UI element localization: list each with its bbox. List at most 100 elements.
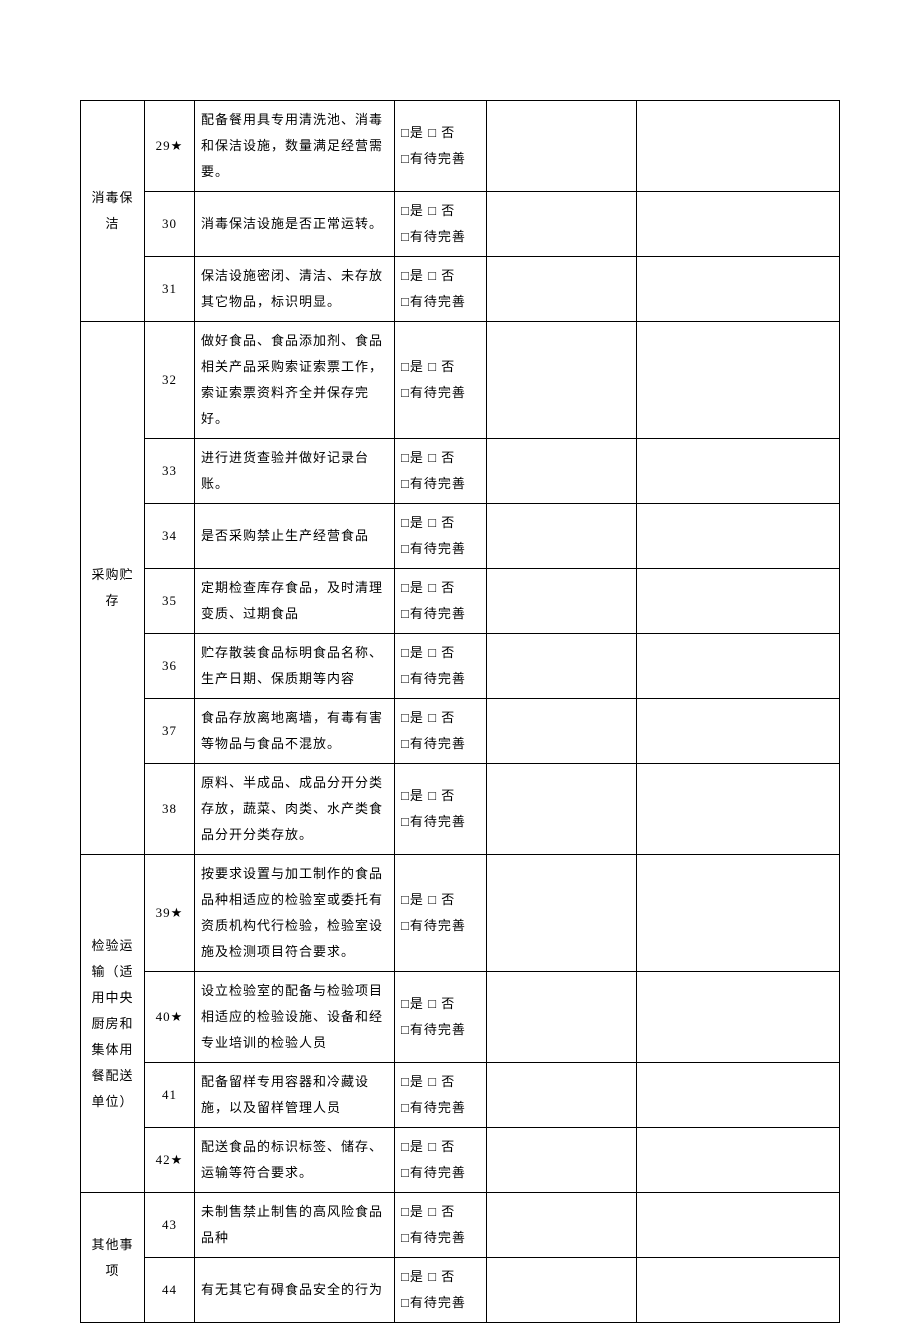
blank-cell [487, 569, 637, 634]
blank-cell [637, 1063, 840, 1128]
blank-cell [637, 764, 840, 855]
blank-cell [487, 972, 637, 1063]
blank-cell [637, 322, 840, 439]
row-number: 29★ [145, 101, 195, 192]
row-options[interactable]: □是 □ 否□有待完善 [395, 322, 487, 439]
blank-cell [637, 101, 840, 192]
blank-cell [487, 1258, 637, 1323]
row-options[interactable]: □是 □ 否□有待完善 [395, 1258, 487, 1323]
inspection-table: 消毒保洁 29★ 配备餐用具专用清洗池、消毒和保洁设施，数量满足经营需要。 □是… [80, 100, 840, 1323]
row-options[interactable]: □是 □ 否□有待完善 [395, 504, 487, 569]
table-row: 检验运输（适用中央厨房和集体用餐配送单位） 39★ 按要求设置与加工制作的食品品… [81, 855, 840, 972]
row-desc: 保洁设施密闭、清洁、未存放其它物品，标识明显。 [195, 257, 395, 322]
row-desc: 原料、半成品、成品分开分类存放，蔬菜、肉类、水产类食品分开分类存放。 [195, 764, 395, 855]
category-cell: 采购贮存 [81, 322, 145, 855]
blank-cell [487, 322, 637, 439]
blank-cell [487, 699, 637, 764]
table-row: 42★ 配送食品的标识标签、储存、运输等符合要求。 □是 □ 否□有待完善 [81, 1128, 840, 1193]
row-options[interactable]: □是 □ 否□有待完善 [395, 972, 487, 1063]
row-number: 36 [145, 634, 195, 699]
row-options[interactable]: □是 □ 否□有待完善 [395, 699, 487, 764]
table-row: 消毒保洁 29★ 配备餐用具专用清洗池、消毒和保洁设施，数量满足经营需要。 □是… [81, 101, 840, 192]
blank-cell [637, 699, 840, 764]
row-number: 42★ [145, 1128, 195, 1193]
blank-cell [487, 439, 637, 504]
category-cell: 消毒保洁 [81, 101, 145, 322]
row-number: 44 [145, 1258, 195, 1323]
category-cell: 检验运输（适用中央厨房和集体用餐配送单位） [81, 855, 145, 1193]
row-number: 40★ [145, 972, 195, 1063]
blank-cell [487, 634, 637, 699]
row-options[interactable]: □是 □ 否□有待完善 [395, 101, 487, 192]
row-desc: 有无其它有碍食品安全的行为 [195, 1258, 395, 1323]
row-options[interactable]: □是 □ 否□有待完善 [395, 569, 487, 634]
category-cell: 其他事项 [81, 1193, 145, 1323]
row-number: 43 [145, 1193, 195, 1258]
row-desc: 贮存散装食品标明食品名称、生产日期、保质期等内容 [195, 634, 395, 699]
blank-cell [487, 764, 637, 855]
row-number: 33 [145, 439, 195, 504]
blank-cell [487, 1193, 637, 1258]
row-options[interactable]: □是 □ 否□有待完善 [395, 855, 487, 972]
row-number: 32 [145, 322, 195, 439]
blank-cell [637, 1258, 840, 1323]
row-number: 31 [145, 257, 195, 322]
row-desc: 设立检验室的配备与检验项目相适应的检验设施、设备和经专业培训的检验人员 [195, 972, 395, 1063]
table-row: 31 保洁设施密闭、清洁、未存放其它物品，标识明显。 □是 □ 否□有待完善 [81, 257, 840, 322]
row-number: 34 [145, 504, 195, 569]
table-row: 采购贮存 32 做好食品、食品添加剂、食品相关产品采购索证索票工作，索证索票资料… [81, 322, 840, 439]
table-row: 38 原料、半成品、成品分开分类存放，蔬菜、肉类、水产类食品分开分类存放。 □是… [81, 764, 840, 855]
row-options[interactable]: □是 □ 否□有待完善 [395, 634, 487, 699]
row-desc: 按要求设置与加工制作的食品品种相适应的检验室或委托有资质机构代行检验，检验室设施… [195, 855, 395, 972]
blank-cell [637, 257, 840, 322]
row-desc: 食品存放离地离墙，有毒有害等物品与食品不混放。 [195, 699, 395, 764]
row-desc: 未制售禁止制售的高风险食品品种 [195, 1193, 395, 1258]
row-options[interactable]: □是 □ 否□有待完善 [395, 439, 487, 504]
row-number: 35 [145, 569, 195, 634]
table-row: 41 配备留样专用容器和冷藏设施，以及留样管理人员 □是 □ 否□有待完善 [81, 1063, 840, 1128]
row-desc: 配备留样专用容器和冷藏设施，以及留样管理人员 [195, 1063, 395, 1128]
table-row: 33 进行进货查验并做好记录台账。 □是 □ 否□有待完善 [81, 439, 840, 504]
row-desc: 消毒保洁设施是否正常运转。 [195, 192, 395, 257]
page: 消毒保洁 29★ 配备餐用具专用清洗池、消毒和保洁设施，数量满足经营需要。 □是… [0, 0, 920, 1302]
row-options[interactable]: □是 □ 否□有待完善 [395, 1128, 487, 1193]
table-row: 35 定期检查库存食品，及时清理变质、过期食品 □是 □ 否□有待完善 [81, 569, 840, 634]
row-desc: 定期检查库存食品，及时清理变质、过期食品 [195, 569, 395, 634]
table-row: 40★ 设立检验室的配备与检验项目相适应的检验设施、设备和经专业培训的检验人员 … [81, 972, 840, 1063]
blank-cell [637, 634, 840, 699]
blank-cell [487, 192, 637, 257]
table-row: 44 有无其它有碍食品安全的行为 □是 □ 否□有待完善 [81, 1258, 840, 1323]
table-row: 36 贮存散装食品标明食品名称、生产日期、保质期等内容 □是 □ 否□有待完善 [81, 634, 840, 699]
blank-cell [487, 101, 637, 192]
blank-cell [487, 1063, 637, 1128]
blank-cell [637, 439, 840, 504]
row-number: 41 [145, 1063, 195, 1128]
row-number: 37 [145, 699, 195, 764]
row-options[interactable]: □是 □ 否□有待完善 [395, 764, 487, 855]
blank-cell [637, 504, 840, 569]
row-desc: 是否采购禁止生产经营食品 [195, 504, 395, 569]
table-row: 其他事项 43 未制售禁止制售的高风险食品品种 □是 □ 否□有待完善 [81, 1193, 840, 1258]
row-desc: 配送食品的标识标签、储存、运输等符合要求。 [195, 1128, 395, 1193]
row-desc: 做好食品、食品添加剂、食品相关产品采购索证索票工作，索证索票资料齐全并保存完好。 [195, 322, 395, 439]
row-number: 38 [145, 764, 195, 855]
table-row: 30 消毒保洁设施是否正常运转。 □是 □ 否□有待完善 [81, 192, 840, 257]
row-options[interactable]: □是 □ 否□有待完善 [395, 192, 487, 257]
row-number: 30 [145, 192, 195, 257]
blank-cell [637, 569, 840, 634]
table-row: 34 是否采购禁止生产经营食品 □是 □ 否□有待完善 [81, 504, 840, 569]
blank-cell [637, 855, 840, 972]
row-desc: 进行进货查验并做好记录台账。 [195, 439, 395, 504]
blank-cell [637, 972, 840, 1063]
blank-cell [637, 1128, 840, 1193]
blank-cell [487, 504, 637, 569]
blank-cell [637, 1193, 840, 1258]
blank-cell [637, 192, 840, 257]
blank-cell [487, 257, 637, 322]
row-options[interactable]: □是 □ 否□有待完善 [395, 257, 487, 322]
row-number: 39★ [145, 855, 195, 972]
row-options[interactable]: □是 □ 否□有待完善 [395, 1063, 487, 1128]
row-options[interactable]: □是 □ 否□有待完善 [395, 1193, 487, 1258]
row-desc: 配备餐用具专用清洗池、消毒和保洁设施，数量满足经营需要。 [195, 101, 395, 192]
blank-cell [487, 855, 637, 972]
